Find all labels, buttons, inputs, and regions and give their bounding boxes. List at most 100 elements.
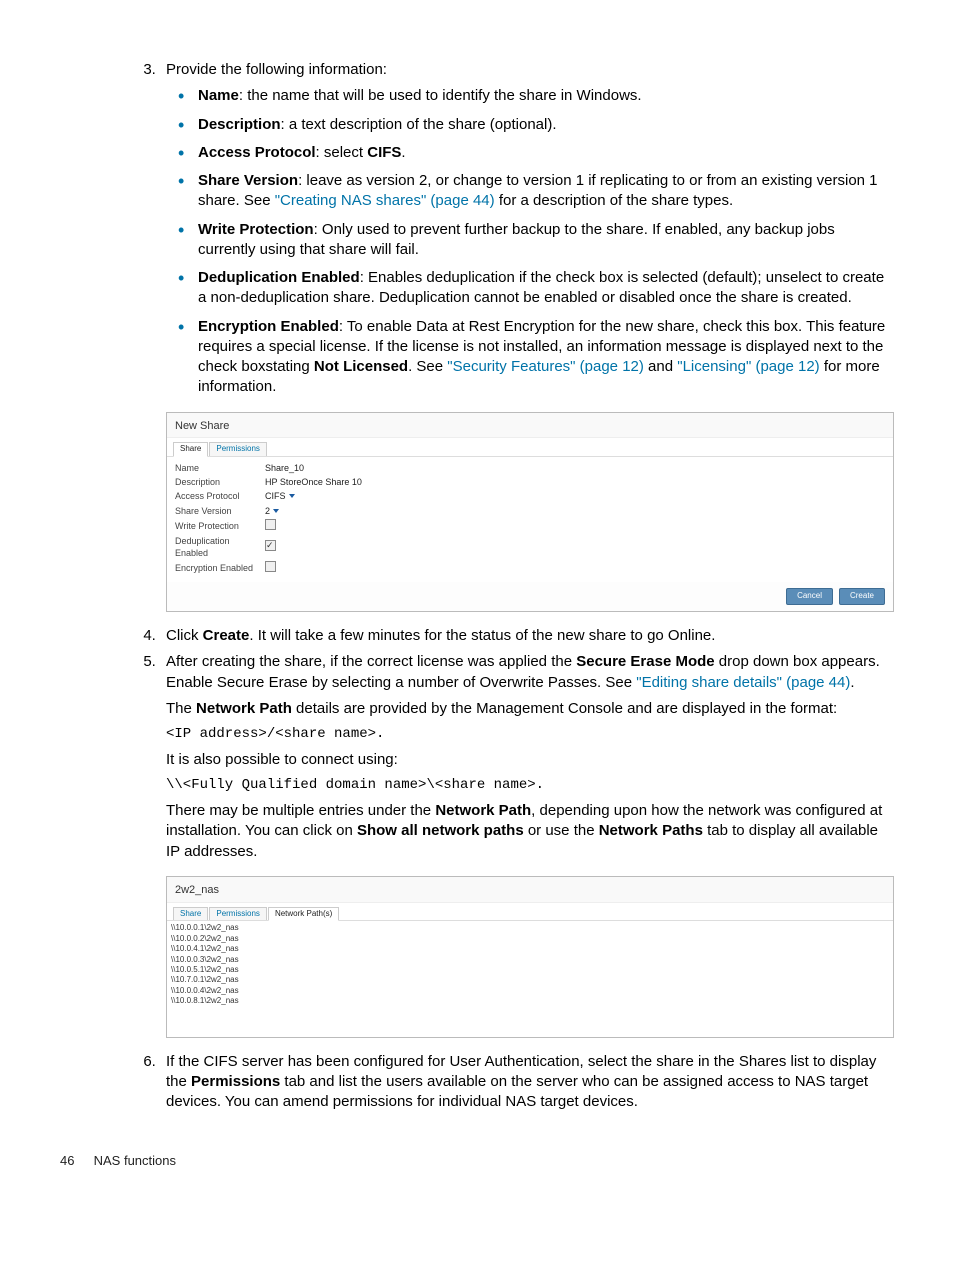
page-footer: 46 NAS functions	[60, 1152, 894, 1170]
step-4: Click Create. It will take a few minutes…	[160, 626, 894, 646]
bullet-sv-text2: for a description of the share types.	[495, 192, 733, 209]
step-5-p2: The Network Path details are provided by…	[166, 699, 894, 719]
step-5-p4a: There may be multiple entries under the	[166, 802, 435, 819]
row-access-protocol: Access Protocol CIFS	[175, 489, 885, 503]
cancel-button[interactable]: Cancel	[786, 588, 833, 605]
row-encryption-enabled: Encryption Enabled	[175, 560, 885, 576]
row-description: Description HP StoreOnce Share 10	[175, 475, 885, 489]
bullet-ap-text: : select	[316, 144, 368, 161]
step-5-p4: There may be multiple entries under the …	[166, 801, 894, 862]
select-share-version[interactable]: 2	[265, 505, 375, 517]
checkbox-dedup-enabled[interactable]	[265, 540, 276, 551]
step-5-a: After creating the share, if the correct…	[166, 653, 576, 670]
label-description: Description	[175, 476, 265, 488]
checkbox-write-protection[interactable]	[265, 519, 276, 530]
step-5-p2b: Network Path	[196, 700, 292, 717]
link-creating-nas-shares[interactable]: "Creating NAS shares" (page 44)	[275, 192, 495, 209]
new-share-title: New Share	[167, 413, 893, 439]
step-4-a: Click	[166, 627, 203, 644]
bullet-ap-label: Access Protocol	[198, 144, 316, 161]
tab-permissions[interactable]: Permissions	[209, 442, 267, 456]
new-share-actions: Cancel Create	[167, 582, 893, 611]
bullet-ee-label: Encryption Enabled	[198, 318, 339, 335]
step-5: After creating the share, if the correct…	[160, 652, 894, 1037]
row-share-version: Share Version 2	[175, 504, 885, 518]
list-item: \\10.0.0.2\2w2_nas	[171, 934, 889, 944]
list-item: \\10.7.0.1\2w2_nas	[171, 975, 889, 985]
row-write-protection: Write Protection	[175, 518, 885, 534]
bullet-ee-text2: . See	[408, 358, 447, 375]
create-button[interactable]: Create	[839, 588, 885, 605]
new-share-panel: New Share Share Permissions Name Share_1…	[166, 412, 894, 613]
value-name[interactable]: Share_10	[265, 462, 375, 474]
link-licensing[interactable]: "Licensing" (page 12)	[677, 358, 819, 375]
bullet-access-protocol: Access Protocol: select CIFS.	[198, 143, 894, 163]
tab-share[interactable]: Share	[173, 442, 208, 457]
list-item: \\10.0.0.3\2w2_nas	[171, 955, 889, 965]
label-dedup-enabled: Deduplication Enabled	[175, 535, 265, 559]
network-paths-list: \\10.0.0.1\2w2_nas \\10.0.0.2\2w2_nas \\…	[167, 921, 893, 1036]
bullet-de-label: Deduplication Enabled	[198, 269, 360, 286]
list-item: \\10.0.0.1\2w2_nas	[171, 923, 889, 933]
bullet-desc-text: : a text description of the share (optio…	[281, 116, 557, 133]
checkbox-encryption-enabled[interactable]	[265, 561, 276, 572]
list-item: \\10.0.4.1\2w2_nas	[171, 944, 889, 954]
list-item: \\10.0.0.4\2w2_nas	[171, 986, 889, 996]
label-encryption-enabled: Encryption Enabled	[175, 562, 265, 574]
step-5-p3: It is also possible to connect using:	[166, 750, 894, 770]
bullet-encryption-enabled: Encryption Enabled: To enable Data at Re…	[198, 317, 894, 398]
tab-network-paths[interactable]: Network Path(s)	[268, 907, 339, 922]
bullet-ee-text3: and	[644, 358, 677, 375]
row-dedup-enabled: Deduplication Enabled	[175, 534, 885, 560]
bullet-name: Name: the name that will be used to iden…	[198, 86, 894, 106]
row-name: Name Share_10	[175, 461, 885, 475]
section-title: NAS functions	[94, 1153, 176, 1168]
chevron-down-icon	[273, 509, 279, 513]
bullet-ee-nl: Not Licensed	[314, 358, 408, 375]
step-6: If the CIFS server has been configured f…	[160, 1052, 894, 1113]
label-write-protection: Write Protection	[175, 520, 265, 532]
link-security-features[interactable]: "Security Features" (page 12)	[447, 358, 644, 375]
label-access-protocol: Access Protocol	[175, 490, 265, 502]
bullet-wp-label: Write Protection	[198, 221, 314, 238]
step-3: Provide the following information: Name:…	[160, 60, 894, 612]
bullet-desc-label: Description	[198, 116, 281, 133]
step-5-p2c: details are provided by the Management C…	[292, 700, 837, 717]
step-5-p4f: Network Paths	[599, 822, 703, 839]
new-share-body: Name Share_10 Description HP StoreOnce S…	[167, 457, 893, 582]
bullet-name-text: : the name that will be used to identify…	[239, 87, 642, 104]
step-5-p4e: or use the	[524, 822, 599, 839]
page-number: 46	[60, 1152, 90, 1170]
link-editing-share-details[interactable]: "Editing share details" (page 44)	[636, 674, 850, 691]
network-paths-title: 2w2_nas	[167, 877, 893, 903]
list-item: \\10.0.5.1\2w2_nas	[171, 965, 889, 975]
select-share-version-value: 2	[265, 505, 270, 517]
value-description[interactable]: HP StoreOnce Share 10	[265, 476, 375, 488]
step-3-intro: Provide the following information:	[166, 61, 387, 78]
label-name: Name	[175, 462, 265, 474]
bullet-ap-val: CIFS	[367, 144, 401, 161]
select-access-protocol[interactable]: CIFS	[265, 490, 375, 502]
step-4-b: Create	[203, 627, 250, 644]
code-fqdn-format: \\<Fully Qualified domain name>\<share n…	[166, 776, 894, 795]
network-paths-panel: 2w2_nas Share Permissions Network Path(s…	[166, 876, 894, 1038]
bullet-dedup-enabled: Deduplication Enabled: Enables deduplica…	[198, 268, 894, 309]
new-share-tabs: Share Permissions	[167, 438, 893, 457]
code-ip-format: <IP address>/<share name>.	[166, 725, 894, 744]
bullet-write-protection: Write Protection: Only used to prevent f…	[198, 220, 894, 261]
chevron-down-icon	[289, 494, 295, 498]
bullet-ap-after: .	[401, 144, 405, 161]
list-item: \\10.0.8.1\2w2_nas	[171, 996, 889, 1006]
step-4-c: . It will take a few minutes for the sta…	[249, 627, 715, 644]
bullet-share-version: Share Version: leave as version 2, or ch…	[198, 171, 894, 212]
step-5-p2a: The	[166, 700, 196, 717]
step-5-d: .	[850, 674, 854, 691]
tab-permissions-2[interactable]: Permissions	[209, 907, 267, 921]
network-paths-tabs: Share Permissions Network Path(s)	[167, 903, 893, 922]
tab-share-2[interactable]: Share	[173, 907, 208, 921]
ordered-steps: Provide the following information: Name:…	[60, 60, 894, 1112]
step-5-p4d: Show all network paths	[357, 822, 524, 839]
bullet-sv-label: Share Version	[198, 172, 298, 189]
step-5-b: Secure Erase Mode	[576, 653, 714, 670]
bullet-description: Description: a text description of the s…	[198, 115, 894, 135]
